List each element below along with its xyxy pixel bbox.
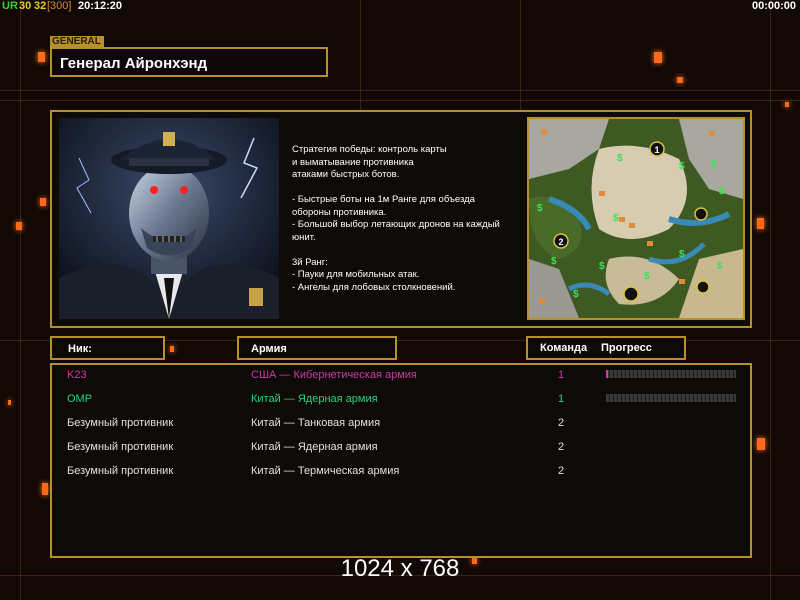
svg-text:$: $: [537, 203, 543, 214]
svg-text:$: $: [617, 153, 623, 164]
top-status-bar: UR 30 32 [300] 20:12:20 00:00:00: [0, 0, 800, 14]
svg-text:$: $: [717, 261, 723, 272]
player-army: США — Кибернетическая армия: [251, 369, 417, 381]
game-timer: 00:00:00: [752, 0, 797, 12]
player-team: 2: [558, 417, 565, 429]
player-army: Китай — Ядерная армия: [251, 393, 378, 405]
player-army: Китай — Ядерная армия: [251, 441, 378, 453]
player-nick: Безумный противник: [67, 465, 174, 477]
svg-text:$: $: [573, 289, 579, 300]
player-team: 1: [558, 369, 565, 381]
player-progress-bar: [606, 394, 736, 402]
player-nick: Безумный противник: [67, 441, 174, 453]
player-nick: K23: [67, 369, 87, 381]
general-portrait: [59, 118, 279, 319]
resource-value-2: 32: [34, 0, 47, 12]
general-description: Стратегия победы: контроль карты и вымат…: [292, 144, 500, 293]
players-table: K23 США — Кибернетическая армия 1 OMP Ки…: [50, 363, 752, 558]
header-army: Армия: [251, 343, 287, 355]
header-progress: Прогресс: [601, 342, 652, 354]
header-nick-box[interactable]: Ник:: [50, 336, 165, 360]
table-row[interactable]: Безумный противник Китай — Термическая а…: [52, 461, 752, 485]
player-team: 2: [558, 465, 565, 477]
svg-text:$: $: [719, 186, 725, 197]
map-preview[interactable]: 1 2 $ $ $ $ $ $ $ $ $ $ $ $: [527, 117, 745, 320]
header-team-box[interactable]: Команда Прогресс: [526, 336, 686, 360]
spawn-label-1: 1: [654, 145, 659, 155]
table-row[interactable]: Безумный противник Китай — Танковая арми…: [52, 413, 752, 437]
player-progress-bar: [606, 370, 736, 378]
table-row[interactable]: K23 США — Кибернетическая армия 1: [52, 365, 752, 389]
player-team: 1: [558, 393, 565, 405]
clock: 20:12:20: [78, 0, 123, 12]
header-team: Команда: [540, 342, 588, 354]
resolution-label: 1024 x 768: [340, 555, 460, 582]
svg-text:$: $: [644, 271, 650, 282]
player-army: Китай — Танковая армия: [251, 417, 381, 429]
player-army: Китай — Термическая армия: [251, 465, 400, 477]
svg-text:$: $: [711, 159, 717, 170]
svg-text:$: $: [679, 249, 685, 260]
resource-value-1: 30: [19, 0, 32, 12]
svg-text:$: $: [599, 261, 605, 272]
table-row[interactable]: Безумный противник Китай — Ядерная армия…: [52, 437, 752, 461]
player-nick: OMP: [67, 393, 93, 405]
general-name: Генерал Айронхэнд: [50, 47, 328, 77]
player-nick: Безумный противник: [67, 417, 174, 429]
ur-label: UR: [2, 0, 18, 12]
player-team: 2: [558, 441, 565, 453]
svg-text:$: $: [551, 256, 557, 267]
resource-cap: [300]: [47, 0, 72, 12]
svg-text:$: $: [679, 161, 685, 172]
header-nick: Ник:: [68, 343, 92, 355]
svg-text:$: $: [613, 213, 619, 224]
header-army-box[interactable]: Армия: [237, 336, 397, 360]
table-row[interactable]: OMP Китай — Ядерная армия 1: [52, 389, 752, 413]
spawn-label-2: 2: [558, 237, 563, 247]
